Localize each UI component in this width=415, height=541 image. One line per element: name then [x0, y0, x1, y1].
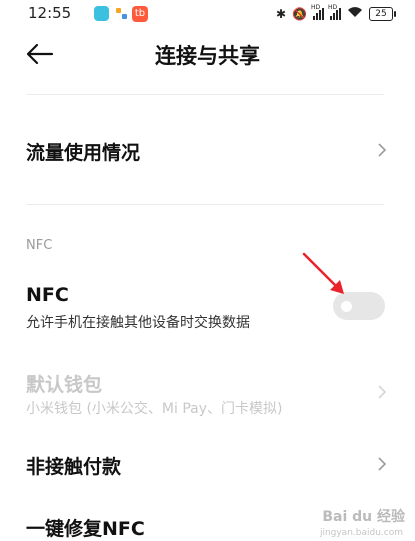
status-time: 12:55 — [28, 4, 72, 22]
pinwheel-app-icon — [114, 6, 129, 21]
divider — [26, 94, 384, 95]
page-header: 连接与共享 — [0, 28, 415, 84]
divider — [26, 204, 384, 205]
contactless-payment-title: 非接触付款 — [26, 456, 122, 478]
watermark-brand: Bai du 经验 — [322, 509, 405, 525]
signal-icon-2: HD — [328, 4, 341, 20]
data-usage-title: 流量使用情况 — [26, 142, 141, 164]
data-usage-row[interactable]: 流量使用情况 — [0, 118, 415, 182]
signal-icon-1: HD — [311, 4, 324, 20]
contactless-payment-row[interactable]: 非接触付款 — [0, 440, 415, 492]
default-wallet-title: 默认钱包 — [26, 374, 103, 396]
bluetooth-icon: ✱ — [275, 6, 287, 21]
status-bar: 12:55 tb ✱ 🔕 HD HD 25 — [0, 0, 415, 28]
battery-icon: 25 — [369, 6, 396, 21]
annotation-arrow-icon — [300, 250, 350, 300]
chevron-right-icon — [377, 456, 387, 472]
watermark-url: jingyan.baidu.com — [319, 528, 403, 538]
default-wallet-subtitle: 小米钱包 (小米公交、Mi Pay、门卡模拟) — [26, 401, 283, 417]
nfc-subtitle: 允许手机在接触其他设备时交换数据 — [26, 315, 250, 331]
toggle-knob — [341, 301, 352, 312]
system-icons: ✱ 🔕 HD HD 25 — [275, 4, 396, 21]
chevron-right-icon — [377, 384, 387, 400]
message-app-icon — [94, 6, 109, 21]
taobao-app-icon: tb — [132, 6, 148, 22]
section-label-nfc: NFC — [26, 238, 53, 253]
nfc-title: NFC — [26, 284, 69, 306]
mute-icon: 🔕 — [292, 6, 307, 21]
wifi-icon — [347, 6, 363, 21]
default-wallet-row[interactable]: 默认钱包 小米钱包 (小米公交、Mi Pay、门卡模拟) — [0, 362, 415, 432]
page-title: 连接与共享 — [155, 44, 260, 68]
repair-nfc-title: 一键修复NFC — [26, 518, 145, 540]
chevron-right-icon — [377, 142, 387, 158]
